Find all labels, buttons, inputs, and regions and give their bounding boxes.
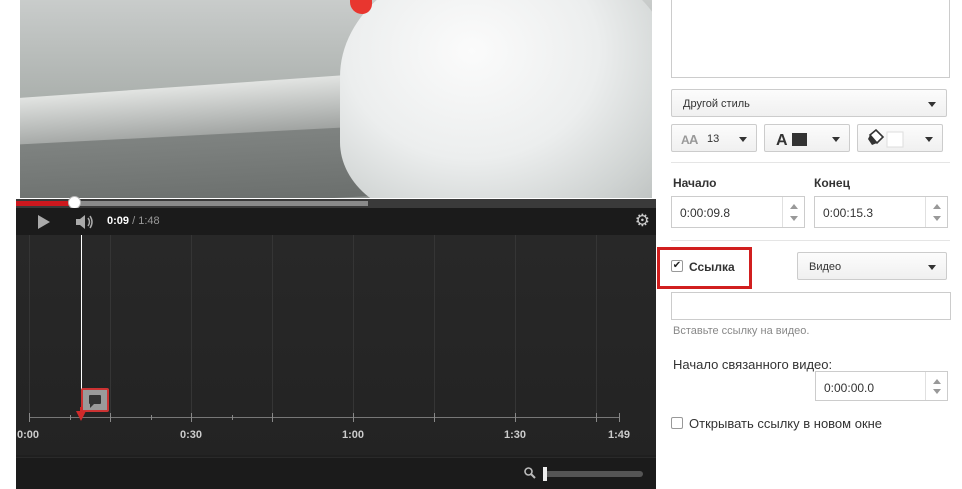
start-time-label: Начало xyxy=(673,176,717,190)
linked-start-field[interactable]: 0:00:00.0 xyxy=(815,371,948,401)
timeline[interactable]: 0:00 0:30 1:00 1:30 1:49 xyxy=(16,235,656,489)
progress-bar[interactable] xyxy=(16,196,656,209)
svg-text:A: A xyxy=(689,132,699,146)
stepper-down-icon[interactable] xyxy=(790,216,798,221)
timeline-label: 0:30 xyxy=(179,429,203,441)
zoom-icon[interactable] xyxy=(524,467,536,479)
progress-played xyxy=(16,201,74,206)
timeline-label: 1:30 xyxy=(503,429,527,441)
link-type-select[interactable]: Видео xyxy=(797,252,947,280)
stepper-up-icon[interactable] xyxy=(933,379,941,384)
annotation-properties-panel: Другой стиль A A 13 A Начало Конец 0:00:… xyxy=(657,0,962,489)
annotation-bubble-icon[interactable] xyxy=(81,388,109,412)
ruler-tick xyxy=(272,413,273,422)
ruler-tick xyxy=(434,413,435,422)
start-time-value: 0:00:09.8 xyxy=(680,206,731,220)
ruler-tick xyxy=(596,413,597,422)
ruler-tick xyxy=(232,415,233,420)
chevron-down-icon xyxy=(832,137,840,142)
time-separator: / xyxy=(132,215,136,227)
new-window-checkbox[interactable] xyxy=(671,417,683,429)
svg-text:A: A xyxy=(776,132,788,148)
divider xyxy=(671,162,950,163)
ruler-tick xyxy=(151,415,152,420)
grid-line xyxy=(353,235,354,413)
stepper-up-icon[interactable] xyxy=(933,204,941,209)
link-url-input[interactable] xyxy=(671,292,951,320)
stepper-up-icon[interactable] xyxy=(790,204,798,209)
linked-start-label: Начало связанного видео: xyxy=(673,357,833,372)
play-icon[interactable] xyxy=(38,215,50,229)
ruler-tick xyxy=(29,413,30,422)
duration: 1:48 xyxy=(138,215,160,227)
chevron-down-icon xyxy=(928,265,936,270)
timeline-label: 0:00 xyxy=(16,429,40,441)
link-label: Ссылка xyxy=(689,260,735,274)
end-time-stepper[interactable] xyxy=(925,197,947,227)
font-size-select[interactable]: A A 13 xyxy=(671,124,757,152)
ruler-tick xyxy=(515,413,516,422)
text-color-icon: A xyxy=(776,132,807,148)
gear-icon[interactable]: ⚙ xyxy=(635,211,650,231)
chevron-down-icon xyxy=(928,102,936,107)
time-display: 0:09 / 1:48 xyxy=(107,215,160,227)
current-time: 0:09 xyxy=(107,215,130,227)
linked-start-value: 0:00:00.0 xyxy=(824,381,875,395)
end-time-field[interactable]: 0:00:15.3 xyxy=(814,196,948,228)
player-controls: 0:09 / 1:48 ⚙ xyxy=(16,208,656,235)
grid-line xyxy=(515,235,516,413)
divider xyxy=(671,240,950,241)
start-time-stepper[interactable] xyxy=(782,197,804,227)
zoom-bar xyxy=(16,457,656,489)
grid-line xyxy=(191,235,192,413)
volume-icon[interactable] xyxy=(75,214,95,230)
ruler-tick xyxy=(110,413,111,422)
chevron-down-icon xyxy=(739,137,747,142)
chevron-down-icon xyxy=(925,137,933,142)
grid-line xyxy=(29,235,30,413)
linked-start-stepper[interactable] xyxy=(925,372,947,400)
player-area: 0:09 / 1:48 ⚙ 0:00 0:30 1:00 1:30 1:49 xyxy=(0,0,660,489)
ruler-tick xyxy=(191,413,192,422)
start-time-field[interactable]: 0:00:09.8 xyxy=(671,196,805,228)
annotation-text-input[interactable] xyxy=(671,0,950,78)
link-hint: Вставьте ссылку на видео. xyxy=(673,325,810,337)
zoom-slider[interactable] xyxy=(543,471,643,477)
ruler-tick xyxy=(619,413,620,422)
ruler-tick xyxy=(353,413,354,422)
cat-image xyxy=(340,0,652,198)
link-type-value: Видео xyxy=(809,261,842,273)
grid-line xyxy=(596,235,597,413)
style-select[interactable]: Другой стиль xyxy=(671,89,947,117)
text-color-select[interactable]: A xyxy=(764,124,850,152)
stepper-down-icon[interactable] xyxy=(933,389,941,394)
grid-line xyxy=(272,235,273,413)
fill-color-icon xyxy=(868,129,904,148)
timeline-track[interactable]: 0:00 0:30 1:00 1:30 1:49 xyxy=(16,235,656,455)
bubble-glyph xyxy=(89,395,101,408)
timeline-label: 1:49 xyxy=(607,429,631,441)
end-time-label: Конец xyxy=(814,176,850,190)
font-size-value: 13 xyxy=(707,133,720,145)
link-checkbox[interactable]: ✔ xyxy=(671,260,683,272)
end-time-value: 0:00:15.3 xyxy=(823,206,874,220)
style-select-value: Другой стиль xyxy=(683,98,750,110)
time-ruler xyxy=(29,417,620,418)
grid-line xyxy=(434,235,435,413)
grid-line xyxy=(110,235,111,413)
annotation-editor: 0:09 / 1:48 ⚙ 0:00 0:30 1:00 1:30 1:49 Д… xyxy=(0,0,962,489)
ruler-tick xyxy=(70,415,71,420)
zoom-slider-knob[interactable] xyxy=(543,467,547,481)
video-frame[interactable] xyxy=(20,0,652,198)
new-window-label: Открывать ссылку в новом окне xyxy=(689,416,883,431)
playhead-marker[interactable] xyxy=(76,411,86,421)
timeline-label: 1:00 xyxy=(341,429,365,441)
stepper-down-icon[interactable] xyxy=(933,216,941,221)
font-size-icon: A A xyxy=(681,132,699,146)
fill-color-select[interactable] xyxy=(857,124,943,152)
